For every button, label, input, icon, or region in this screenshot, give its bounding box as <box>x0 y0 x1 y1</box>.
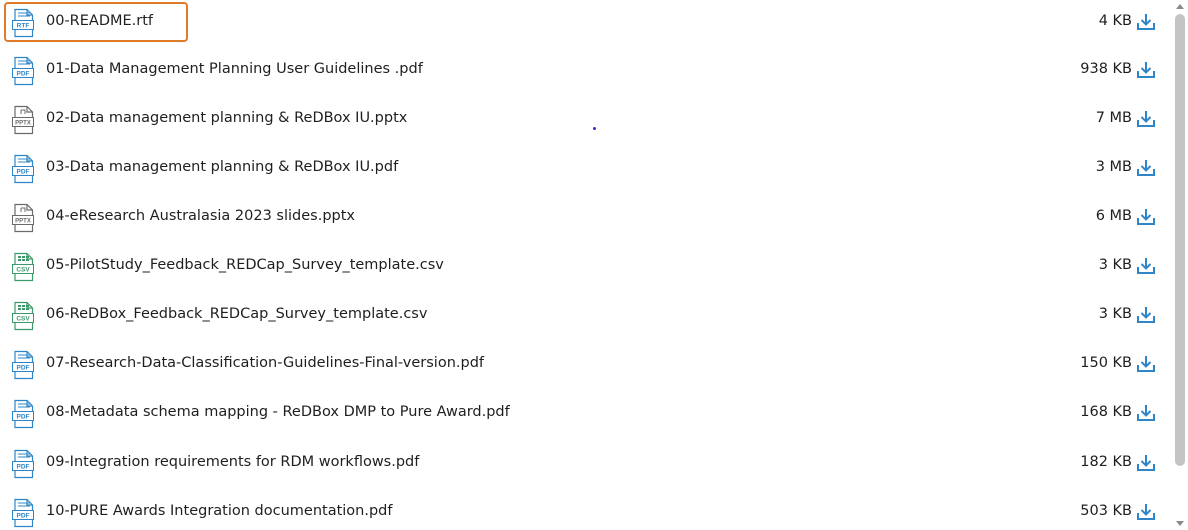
csv-file-icon: CSV <box>11 301 35 331</box>
file-row[interactable]: PDF 01-Data Management Planning User Guid… <box>0 48 1172 96</box>
file-name-link[interactable]: 04-eResearch Australasia 2023 slides.ppt… <box>46 208 355 224</box>
pdf-file-icon: PDF <box>11 498 35 528</box>
svg-text:PDF: PDF <box>17 365 30 372</box>
file-size: 7 MB <box>1095 110 1132 126</box>
pdf-file-icon: PDF <box>11 154 35 184</box>
file-size: 6 MB <box>1095 208 1132 224</box>
file-list: RTF 00-README.rtf 4 KB PDF 01-Data Managemen… <box>0 0 1172 530</box>
svg-text:CSV: CSV <box>16 316 30 323</box>
file-size: 150 KB <box>1080 355 1132 371</box>
file-row[interactable]: PDF 08-Metadata schema mapping - ReDBox D… <box>0 391 1172 439</box>
download-icon[interactable] <box>1136 305 1156 325</box>
csv-file-icon: CSV <box>11 252 35 282</box>
file-size: 168 KB <box>1080 404 1132 420</box>
file-size: 182 KB <box>1080 454 1132 470</box>
download-icon[interactable] <box>1136 453 1156 473</box>
cursor-dot <box>593 127 596 130</box>
file-size: 503 KB <box>1080 503 1132 519</box>
file-browser: RTF 00-README.rtf 4 KB PDF 01-Data Managemen… <box>0 0 1188 530</box>
file-name-link[interactable]: 05-PilotStudy_Feedback_REDCap_Survey_tem… <box>46 257 444 273</box>
file-name-link[interactable]: 10-PURE Awards Integration documentation… <box>46 503 393 519</box>
download-icon[interactable] <box>1136 60 1156 80</box>
file-name-link[interactable]: 03-Data management planning & ReDBox IU.… <box>46 159 398 175</box>
file-row[interactable]: PDF 10-PURE Awards Integration documentat… <box>0 490 1172 530</box>
svg-text:CSV: CSV <box>16 267 30 274</box>
file-row[interactable]: PPTX 04-eResearch Australasia 2023 slides… <box>0 195 1172 243</box>
pdf-file-icon: PDF <box>11 449 35 479</box>
file-size: 938 KB <box>1080 61 1132 77</box>
svg-text:PDF: PDF <box>17 169 30 176</box>
download-icon[interactable] <box>1136 12 1156 32</box>
file-name-link[interactable]: 08-Metadata schema mapping - ReDBox DMP … <box>46 404 510 420</box>
file-name-link[interactable]: 00-README.rtf <box>46 13 153 29</box>
file-name-link[interactable]: 01-Data Management Planning User Guideli… <box>46 61 423 77</box>
pdf-file-icon: PDF <box>11 399 35 429</box>
download-icon[interactable] <box>1136 158 1156 178</box>
svg-text:PDF: PDF <box>17 513 30 520</box>
svg-text:RTF: RTF <box>17 23 30 30</box>
file-size: 3 KB <box>1098 257 1132 273</box>
file-row[interactable]: CSV 06-ReDBox_Feedback_REDCap_Survey_temp… <box>0 293 1172 341</box>
pdf-file-icon: PDF <box>11 56 35 86</box>
pdf-file-icon: PDF <box>11 350 35 380</box>
download-icon[interactable] <box>1136 207 1156 227</box>
file-name-link[interactable]: 07-Research-Data-Classification-Guidelin… <box>46 355 484 371</box>
svg-text:PDF: PDF <box>17 71 30 78</box>
file-row[interactable]: PDF 03-Data management planning & ReDBox … <box>0 146 1172 194</box>
file-size: 3 MB <box>1095 159 1132 175</box>
file-row[interactable]: RTF 00-README.rtf 4 KB <box>0 0 1172 48</box>
scroll-up-arrow-icon[interactable] <box>1176 4 1184 9</box>
file-size: 4 KB <box>1098 13 1132 29</box>
download-icon[interactable] <box>1136 256 1156 276</box>
rtf-file-icon: RTF <box>11 8 35 38</box>
download-icon[interactable] <box>1136 403 1156 423</box>
file-name-link[interactable]: 02-Data management planning & ReDBox IU.… <box>46 110 407 126</box>
file-size: 3 KB <box>1098 306 1132 322</box>
pptx-file-icon: PPTX <box>11 105 35 135</box>
file-name-link[interactable]: 06-ReDBox_Feedback_REDCap_Survey_templat… <box>46 306 427 322</box>
download-icon[interactable] <box>1136 502 1156 522</box>
file-row[interactable]: PDF 09-Integration requirements for RDM w… <box>0 441 1172 489</box>
svg-text:PPTX: PPTX <box>15 219 31 225</box>
download-icon[interactable] <box>1136 109 1156 129</box>
download-icon[interactable] <box>1136 354 1156 374</box>
scrollbar-thumb[interactable] <box>1175 14 1185 466</box>
svg-text:PDF: PDF <box>17 414 30 421</box>
file-row[interactable]: CSV 05-PilotStudy_Feedback_REDCap_Survey_… <box>0 244 1172 292</box>
svg-text:PDF: PDF <box>17 464 30 471</box>
file-name-link[interactable]: 09-Integration requirements for RDM work… <box>46 454 419 470</box>
svg-text:PPTX: PPTX <box>15 121 31 127</box>
pptx-file-icon: PPTX <box>11 203 35 233</box>
vertical-scrollbar[interactable] <box>1172 0 1188 530</box>
file-row[interactable]: PDF 07-Research-Data-Classification-Guide… <box>0 342 1172 390</box>
file-row[interactable]: PPTX 02-Data management planning & ReDBox… <box>0 97 1172 145</box>
scroll-down-arrow-icon[interactable] <box>1176 521 1184 526</box>
